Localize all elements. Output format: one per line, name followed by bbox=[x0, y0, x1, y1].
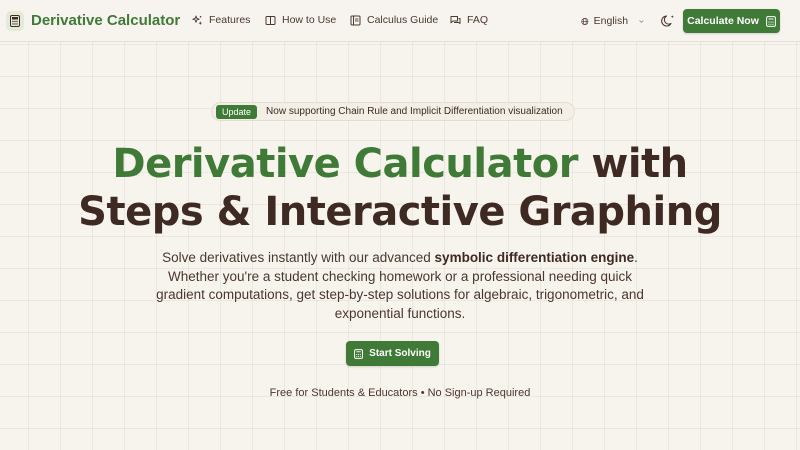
book-icon bbox=[265, 15, 276, 25]
hero-title-line2: Steps & Interactive Graphing bbox=[78, 189, 722, 235]
language-label: English bbox=[593, 15, 629, 27]
moon-icon bbox=[661, 15, 674, 27]
announcement-pill[interactable]: Update Now supporting Chain Rule and Imp… bbox=[211, 102, 575, 121]
theme-toggle[interactable] bbox=[660, 13, 676, 29]
globe-icon bbox=[581, 17, 589, 25]
nav-item-features[interactable]: Features bbox=[192, 14, 250, 26]
nav-label: FAQ bbox=[467, 14, 489, 26]
hero-title: Derivative Calculator with Steps & Inter… bbox=[0, 140, 800, 236]
update-badge: Update bbox=[216, 104, 258, 119]
announcement-text: Now supporting Chain Rule and Implicit D… bbox=[266, 106, 563, 117]
language-select[interactable]: English bbox=[576, 10, 644, 32]
brand-name[interactable]: Derivative Calculator bbox=[31, 12, 180, 29]
hero-description: Solve derivatives instantly with our adv… bbox=[150, 249, 650, 323]
book-open-icon bbox=[350, 15, 361, 25]
nav-item-calculus-guide[interactable]: Calculus Guide bbox=[350, 14, 438, 26]
calculate-now-button[interactable]: Calculate Now bbox=[683, 9, 780, 33]
hero-title-accent: Derivative Calculator bbox=[112, 141, 578, 187]
calculator-icon bbox=[765, 15, 776, 27]
nav-item-how-to-use[interactable]: How to Use bbox=[265, 14, 336, 26]
start-solving-label: Start Solving bbox=[369, 348, 431, 359]
calculator-icon bbox=[354, 348, 364, 359]
nav-label: Features bbox=[209, 14, 251, 26]
sparkles-icon bbox=[192, 15, 203, 25]
hero-description-pre: Solve derivatives instantly with our adv… bbox=[162, 250, 435, 265]
nav-label: How to Use bbox=[282, 14, 337, 26]
cta-label: Calculate Now bbox=[687, 15, 759, 27]
nav-item-faq[interactable]: FAQ bbox=[450, 14, 488, 26]
start-solving-button[interactable]: Start Solving bbox=[346, 341, 439, 366]
hero-footnote: Free for Students & Educators • No Sign-… bbox=[269, 387, 531, 399]
hero-description-bold: symbolic differentiation engine bbox=[434, 250, 635, 265]
nav-label: Calculus Guide bbox=[367, 14, 439, 26]
hero-title-rest: with bbox=[577, 141, 688, 187]
chat-icon bbox=[450, 15, 461, 24]
chevron-down-icon bbox=[639, 19, 644, 23]
calculator-icon[interactable] bbox=[6, 11, 24, 31]
navbar: Derivative Calculator Features How to Us… bbox=[0, 0, 800, 42]
